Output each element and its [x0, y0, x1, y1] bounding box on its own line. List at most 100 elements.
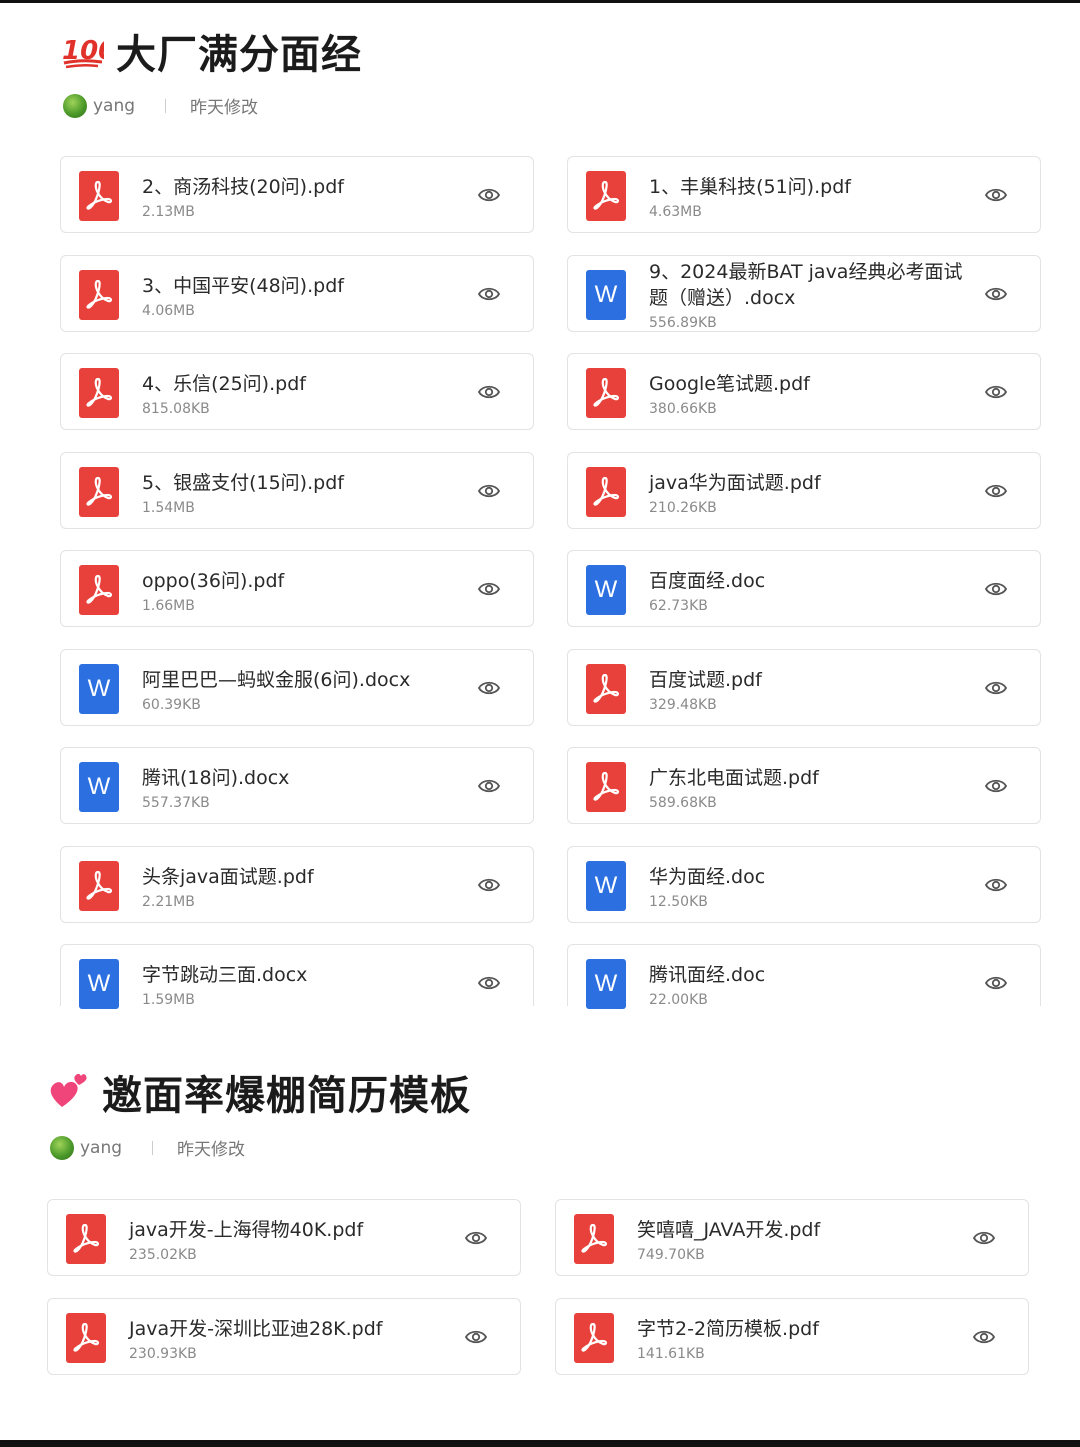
- file-card[interactable]: 4、乐信(25问).pdf 815.08KB: [60, 353, 534, 430]
- pdf-file-icon: [66, 1313, 106, 1363]
- word-file-icon: W: [586, 959, 626, 1009]
- preview-eye-icon[interactable]: [464, 1327, 488, 1347]
- file-size: 2.21MB: [142, 893, 195, 910]
- file-size: 141.61KB: [637, 1346, 705, 1362]
- section-meta: yang 昨天修改: [63, 93, 258, 118]
- modified-time: 昨天修改: [177, 1140, 246, 1160]
- file-card[interactable]: oppo(36问).pdf 1.66MB: [60, 550, 534, 627]
- file-card[interactable]: W 腾讯(18问).docx 557.37KB: [60, 747, 534, 824]
- preview-eye-icon[interactable]: [984, 284, 1008, 304]
- file-name[interactable]: 华为面经.doc: [649, 864, 979, 890]
- pdf-file-icon: [586, 368, 626, 418]
- avatar: [63, 93, 87, 118]
- file-name[interactable]: 字节2-2简历模板.pdf: [637, 1316, 967, 1342]
- preview-eye-icon[interactable]: [477, 382, 501, 402]
- file-name[interactable]: 笑嘻嘻_JAVA开发.pdf: [637, 1217, 967, 1243]
- file-card[interactable]: W 腾讯面经.doc 22.00KB: [567, 944, 1041, 1009]
- file-card[interactable]: 5、银盛支付(15问).pdf 1.54MB: [60, 451, 534, 529]
- preview-eye-icon[interactable]: [972, 1327, 996, 1347]
- file-card[interactable]: Google笔试题.pdf 380.66KB: [567, 353, 1041, 430]
- file-name[interactable]: 腾讯面经.doc: [649, 962, 979, 988]
- file-size: 557.37KB: [142, 795, 210, 811]
- preview-eye-icon[interactable]: [984, 776, 1008, 796]
- pdf-file-icon: [79, 171, 119, 221]
- file-size: 589.68KB: [649, 795, 717, 811]
- file-size: 62.73KB: [649, 598, 708, 614]
- file-size: 1.59MB: [142, 992, 195, 1008]
- file-card[interactable]: 笑嘻嘻_JAVA开发.pdf 749.70KB: [555, 1199, 1029, 1276]
- preview-eye-icon[interactable]: [477, 579, 501, 599]
- pdf-file-icon: [79, 368, 119, 418]
- preview-eye-icon[interactable]: [984, 973, 1008, 993]
- file-card[interactable]: java华为面试题.pdf 210.26KB: [567, 451, 1041, 529]
- file-card[interactable]: 3、中国平安(48问).pdf 4.06MB: [60, 254, 534, 332]
- section-title-row: 100 大厂满分面经: [62, 22, 362, 80]
- file-card[interactable]: W 字节跳动三面.docx 1.59MB: [60, 944, 534, 1009]
- modified-time: 昨天修改: [190, 98, 259, 118]
- file-name[interactable]: Google笔试题.pdf: [649, 371, 979, 397]
- preview-eye-icon[interactable]: [984, 382, 1008, 402]
- preview-eye-icon[interactable]: [984, 185, 1008, 205]
- file-card[interactable]: W 9、2024最新BAT java经典必考面试题（赠送）.docx 556.89K…: [567, 254, 1041, 332]
- file-name[interactable]: 1、丰巢科技(51问).pdf: [649, 174, 979, 200]
- file-card[interactable]: 广东北电面试题.pdf 589.68KB: [567, 747, 1041, 824]
- preview-eye-icon[interactable]: [477, 678, 501, 698]
- file-card[interactable]: Java开发-深圳比亚迪28K.pdf 230.93KB: [47, 1298, 521, 1375]
- file-name[interactable]: 9、2024最新BAT java经典必考面试题（赠送）.docx: [649, 259, 979, 311]
- top-border: [0, 0, 1080, 3]
- preview-eye-icon[interactable]: [477, 185, 501, 205]
- word-file-icon: W: [586, 565, 626, 615]
- file-name[interactable]: 头条java面试题.pdf: [142, 864, 472, 890]
- file-size: 1.66MB: [142, 598, 195, 614]
- file-card[interactable]: W 阿里巴巴—蚂蚁金服(6问).docx 60.39KB: [60, 648, 534, 726]
- preview-eye-icon[interactable]: [984, 579, 1008, 599]
- file-name[interactable]: 百度试题.pdf: [649, 667, 979, 693]
- pdf-file-icon: [586, 762, 626, 812]
- preview-eye-icon[interactable]: [477, 776, 501, 796]
- file-name[interactable]: 3、中国平安(48问).pdf: [142, 273, 472, 299]
- file-name[interactable]: 阿里巴巴—蚂蚁金服(6问).docx: [142, 667, 472, 693]
- hundred-points-icon: 100: [62, 29, 116, 73]
- file-card[interactable]: 字节2-2简历模板.pdf 141.61KB: [555, 1298, 1029, 1375]
- file-name[interactable]: Java开发-深圳比亚迪28K.pdf: [129, 1316, 459, 1342]
- file-card[interactable]: 百度试题.pdf 329.48KB: [567, 648, 1041, 726]
- file-card[interactable]: java开发-上海得物40K.pdf 235.02KB: [47, 1199, 521, 1276]
- file-name[interactable]: 2、商汤科技(20问).pdf: [142, 174, 472, 200]
- file-card[interactable]: W 华为面经.doc 12.50KB: [567, 845, 1041, 923]
- file-name[interactable]: 4、乐信(25问).pdf: [142, 371, 472, 397]
- section-title-row: 邀面率爆棚简历模板: [48, 1063, 471, 1121]
- preview-eye-icon[interactable]: [972, 1228, 996, 1248]
- file-name[interactable]: 广东北电面试题.pdf: [649, 765, 979, 791]
- file-card[interactable]: W 百度面经.doc 62.73KB: [567, 550, 1041, 627]
- word-file-icon: W: [79, 762, 119, 812]
- divider: [165, 98, 167, 113]
- preview-eye-icon[interactable]: [477, 973, 501, 993]
- section-meta: yang 昨天修改: [50, 1135, 245, 1160]
- file-size: 815.08KB: [142, 401, 210, 417]
- preview-eye-icon[interactable]: [477, 284, 501, 304]
- preview-eye-icon[interactable]: [477, 875, 501, 895]
- preview-eye-icon[interactable]: [477, 481, 501, 501]
- pdf-file-icon: [79, 860, 119, 911]
- file-card[interactable]: 1、丰巢科技(51问).pdf 4.63MB: [567, 156, 1041, 233]
- preview-eye-icon[interactable]: [984, 481, 1008, 501]
- file-name[interactable]: java开发-上海得物40K.pdf: [129, 1217, 459, 1243]
- file-name[interactable]: oppo(36问).pdf: [142, 568, 472, 594]
- file-name[interactable]: 腾讯(18问).docx: [142, 765, 472, 791]
- preview-eye-icon[interactable]: [984, 678, 1008, 698]
- file-card[interactable]: 头条java面试题.pdf 2.21MB: [60, 845, 534, 923]
- section-title: 大厂满分面经: [116, 32, 362, 78]
- preview-eye-icon[interactable]: [984, 875, 1008, 895]
- preview-eye-icon[interactable]: [464, 1228, 488, 1248]
- file-name[interactable]: 百度面经.doc: [649, 568, 979, 594]
- pdf-file-icon: [79, 466, 119, 517]
- file-name[interactable]: 字节跳动三面.docx: [142, 962, 472, 988]
- author-name[interactable]: yang: [80, 1138, 122, 1158]
- file-name[interactable]: 5、银盛支付(15问).pdf: [142, 470, 472, 496]
- file-size: 749.70KB: [637, 1247, 705, 1263]
- file-size: 22.00KB: [649, 992, 708, 1008]
- file-size: 235.02KB: [129, 1247, 197, 1263]
- file-name[interactable]: java华为面试题.pdf: [649, 470, 979, 496]
- file-card[interactable]: 2、商汤科技(20问).pdf 2.13MB: [60, 156, 534, 233]
- author-name[interactable]: yang: [93, 96, 135, 116]
